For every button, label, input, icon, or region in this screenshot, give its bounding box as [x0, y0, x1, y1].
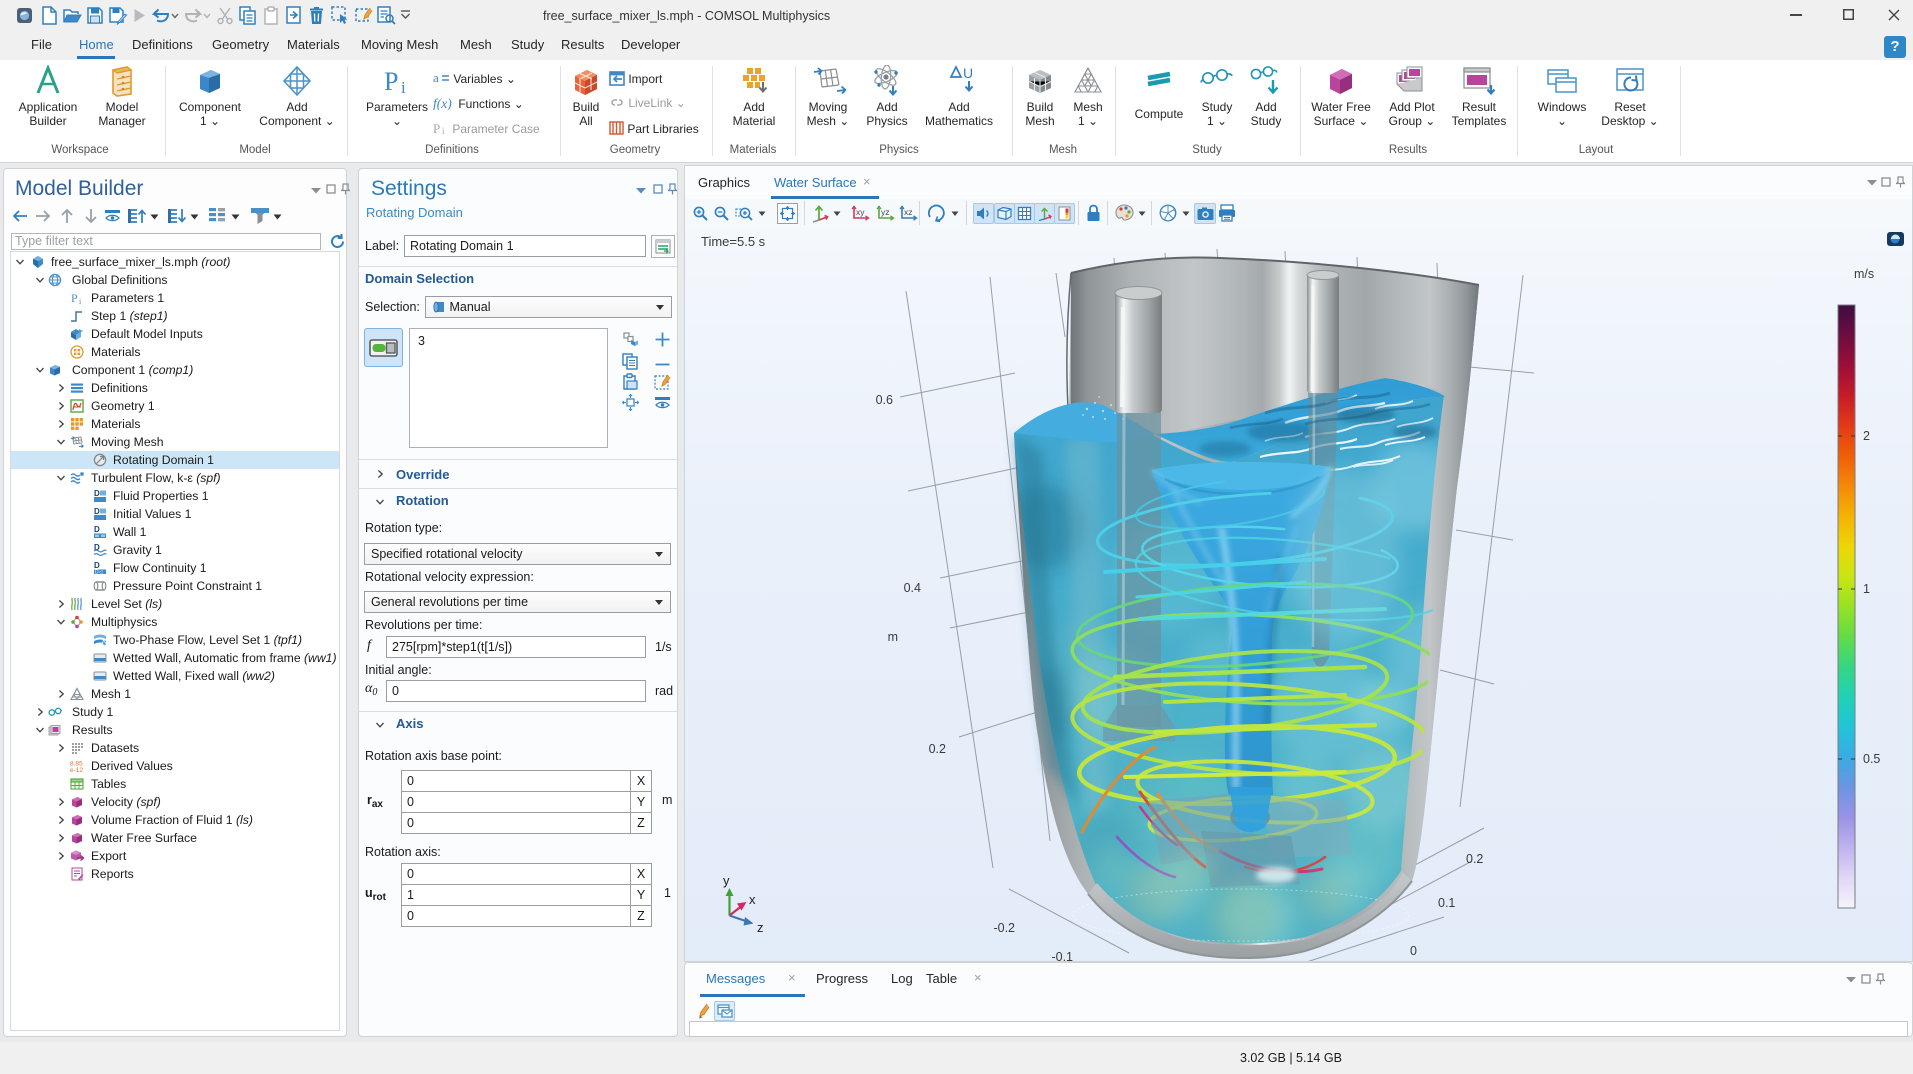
svg-text:f(x): f(x)	[433, 96, 452, 110]
svg-text:U: U	[963, 65, 973, 81]
svg-text:-0.2: -0.2	[993, 921, 1015, 935]
svg-text:y: y	[723, 873, 730, 888]
svg-text:0.4: 0.4	[904, 581, 921, 595]
svg-text:2: 2	[1863, 429, 1870, 443]
svg-text:-0.1: -0.1	[1051, 950, 1073, 961]
svg-text:1: 1	[1863, 582, 1870, 596]
svg-text:0.2: 0.2	[1466, 852, 1483, 866]
svg-text:i: i	[401, 78, 406, 97]
svg-text:0.2: 0.2	[929, 742, 946, 756]
svg-text:P: P	[433, 121, 440, 135]
svg-text:0: 0	[1410, 944, 1417, 958]
svg-text:yz: yz	[881, 207, 890, 217]
svg-text:m: m	[888, 630, 898, 644]
svg-text:x: x	[749, 892, 756, 907]
svg-text:Time=5.5 s: Time=5.5 s	[701, 234, 766, 249]
svg-text:a: a	[433, 71, 439, 85]
svg-text:m/s: m/s	[1854, 267, 1874, 281]
svg-text:i: i	[442, 126, 445, 135]
svg-text:z: z	[757, 920, 764, 935]
svg-text:P: P	[384, 67, 398, 96]
svg-text:xy: xy	[856, 207, 865, 217]
svg-text:0.6: 0.6	[876, 393, 893, 407]
svg-text:xz: xz	[904, 207, 913, 217]
svg-text:0.5: 0.5	[1863, 752, 1880, 766]
svg-text:0.1: 0.1	[1438, 896, 1455, 910]
